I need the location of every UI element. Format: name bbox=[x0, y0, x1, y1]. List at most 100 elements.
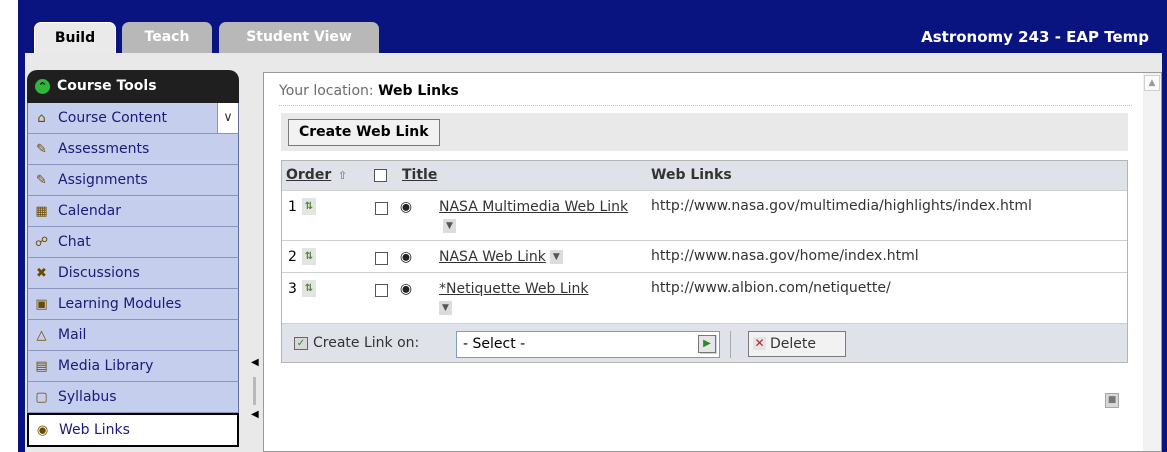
web-link-title[interactable]: NASA Multimedia Web Link ▼ bbox=[439, 198, 639, 236]
sidebar-item-label: Discussions bbox=[58, 265, 140, 281]
action-bar: Create Web Link bbox=[281, 113, 1128, 151]
sidebar-item-course-content[interactable]: ⌂ Course Content ∨ bbox=[27, 103, 239, 134]
order-column-header[interactable]: Order bbox=[286, 161, 331, 190]
page-help-icon[interactable]: ■ bbox=[1105, 393, 1119, 408]
sidebar-item-label: Web Links bbox=[59, 422, 130, 438]
globe-icon: ◉ bbox=[36, 423, 49, 438]
web-link-title[interactable]: NASA Web Link ▼ bbox=[439, 248, 639, 267]
row-checkbox[interactable] bbox=[375, 284, 388, 297]
create-link-select[interactable]: - Select - ▼ bbox=[456, 331, 720, 358]
sidebar-item-assignments[interactable]: ✎ Assignments bbox=[27, 165, 239, 196]
sort-ascending-icon[interactable]: ⇧ bbox=[338, 161, 347, 190]
location-label: Your location: bbox=[279, 83, 374, 99]
sidebar-item-chat[interactable]: ☍ Chat bbox=[27, 227, 239, 258]
reorder-handle-icon[interactable]: ⇅ bbox=[302, 198, 316, 215]
web-link-title[interactable]: *Netiquette Web Link ▼ bbox=[439, 280, 639, 318]
create-link-label: Create Link on: bbox=[313, 335, 420, 351]
divider bbox=[279, 105, 1132, 106]
delete-label: Delete bbox=[770, 336, 816, 352]
chat-bubble-icon: ☍ bbox=[34, 235, 49, 250]
sidebar-splitter[interactable]: ◀ ◀ bbox=[249, 355, 259, 425]
delete-button[interactable]: ✕ Delete bbox=[748, 331, 846, 357]
collapse-up-icon[interactable]: ⌃ bbox=[35, 79, 50, 94]
go-arrow-icon[interactable]: ▶ bbox=[698, 335, 716, 353]
table-header: Order ⇧ Title Web Links bbox=[282, 161, 1127, 190]
breadcrumb: Your location: Web Links bbox=[279, 83, 459, 99]
globe-icon: ◉ bbox=[399, 199, 413, 215]
module-icon: ▣ bbox=[35, 297, 48, 312]
title-column-header[interactable]: Title bbox=[402, 161, 437, 190]
table-row: 3 ⇅ ◉ *Netiquette Web Link ▼ http://www.a… bbox=[282, 272, 1127, 323]
course-tools-header[interactable]: ⌃ Course Tools bbox=[27, 70, 239, 103]
tab-student-view[interactable]: Student View bbox=[219, 22, 379, 53]
location-value: Web Links bbox=[378, 83, 459, 99]
row-order: 1 bbox=[288, 199, 297, 215]
web-link-url: http://www.nasa.gov/multimedia/highlight… bbox=[651, 198, 1032, 214]
sidebar-item-label: Media Library bbox=[58, 358, 154, 374]
action-menu-icon[interactable]: ▼ bbox=[439, 301, 452, 315]
separator bbox=[730, 331, 731, 358]
reorder-handle-icon[interactable]: ⇅ bbox=[302, 248, 316, 265]
course-tools-title: Course Tools bbox=[57, 78, 157, 94]
row-checkbox[interactable] bbox=[375, 202, 388, 215]
document-icon: ✎ bbox=[36, 173, 47, 188]
course-title: Astronomy 243 - EAP Temp bbox=[921, 28, 1149, 46]
sidebar-item-learning-modules[interactable]: ▣ Learning Modules bbox=[27, 289, 239, 320]
delete-x-icon: ✕ bbox=[753, 336, 766, 350]
main-panel: ▲ Your location: Web Links Create Web Li… bbox=[263, 72, 1162, 452]
title-text[interactable]: NASA Web Link bbox=[439, 249, 546, 265]
globe-icon: ◉ bbox=[399, 281, 413, 297]
calendar-icon: ▦ bbox=[35, 204, 48, 219]
media-icon: ▤ bbox=[35, 359, 48, 374]
row-checkbox[interactable] bbox=[375, 252, 388, 265]
scroll-up-icon[interactable]: ▲ bbox=[1144, 75, 1160, 91]
sidebar-item-assessments[interactable]: ✎ Assessments bbox=[27, 134, 239, 165]
select-all-checkbox[interactable] bbox=[374, 169, 387, 182]
sidebar-item-web-links[interactable]: ◉ Web Links bbox=[27, 413, 239, 447]
action-menu-icon[interactable]: ▼ bbox=[443, 219, 456, 233]
web-link-url: http://www.nasa.gov/home/index.html bbox=[651, 248, 919, 264]
vertical-scrollbar[interactable]: ▲ bbox=[1143, 73, 1161, 451]
collapse-left-icon[interactable]: ◀ bbox=[251, 409, 259, 420]
web-link-url: http://www.albion.com/netiquette/ bbox=[651, 280, 891, 296]
checked-box-icon: ✓ bbox=[294, 337, 308, 350]
collapse-left-icon[interactable]: ◀ bbox=[251, 357, 259, 368]
title-text[interactable]: *Netiquette Web Link bbox=[439, 281, 589, 297]
row-order: 3 bbox=[288, 281, 297, 297]
syllabus-icon: ▢ bbox=[35, 390, 48, 405]
sidebar-item-calendar[interactable]: ▦ Calendar bbox=[27, 196, 239, 227]
pin-icon: ✖ bbox=[36, 266, 47, 281]
sidebar-item-label: Course Content bbox=[58, 110, 168, 126]
row-order: 2 bbox=[288, 249, 297, 265]
sidebar-item-label: Learning Modules bbox=[58, 296, 182, 312]
course-tools-sidebar: ⌃ Course Tools ⌂ Course Content ∨ ✎ Asse… bbox=[27, 70, 239, 447]
home-icon: ⌂ bbox=[37, 111, 46, 126]
mail-tray-icon: △ bbox=[36, 328, 47, 343]
create-web-link-button[interactable]: Create Web Link bbox=[288, 119, 440, 146]
sidebar-item-label: Syllabus bbox=[58, 389, 117, 405]
globe-icon: ◉ bbox=[399, 249, 413, 265]
sidebar-item-mail[interactable]: △ Mail bbox=[27, 320, 239, 351]
tab-build[interactable]: Build bbox=[34, 22, 116, 53]
select-value: - Select - bbox=[463, 336, 526, 352]
splitter-handle[interactable] bbox=[253, 377, 256, 405]
sidebar-item-label: Assessments bbox=[58, 141, 150, 157]
sidebar-item-media-library[interactable]: ▤ Media Library bbox=[27, 351, 239, 382]
tab-teach[interactable]: Teach bbox=[122, 22, 212, 53]
reorder-handle-icon[interactable]: ⇅ bbox=[302, 280, 316, 297]
table-footer: ✓ Create Link on: - Select - ▼ ▶ ✕ Delet… bbox=[282, 323, 1127, 362]
sidebar-item-label: Assignments bbox=[58, 172, 148, 188]
sidebar-item-label: Calendar bbox=[58, 203, 121, 219]
sidebar-item-label: Chat bbox=[58, 234, 91, 250]
title-text[interactable]: NASA Multimedia Web Link bbox=[439, 199, 628, 215]
table-row: 2 ⇅ ◉ NASA Web Link ▼ http://www.nasa.gov… bbox=[282, 240, 1127, 272]
web-links-table: Order ⇧ Title Web Links 1 ⇅ ◉ NASA Multi… bbox=[281, 160, 1128, 363]
clipboard-icon: ✎ bbox=[36, 142, 47, 157]
table-row: 1 ⇅ ◉ NASA Multimedia Web Link ▼ http://w… bbox=[282, 190, 1127, 240]
sidebar-item-label: Mail bbox=[58, 327, 87, 343]
action-menu-icon[interactable]: ▼ bbox=[549, 250, 563, 264]
sidebar-item-syllabus[interactable]: ▢ Syllabus bbox=[27, 382, 239, 413]
web-links-column-header: Web Links bbox=[651, 167, 732, 183]
double-chevron-down-icon[interactable]: ∨ bbox=[217, 103, 238, 133]
sidebar-item-discussions[interactable]: ✖ Discussions bbox=[27, 258, 239, 289]
